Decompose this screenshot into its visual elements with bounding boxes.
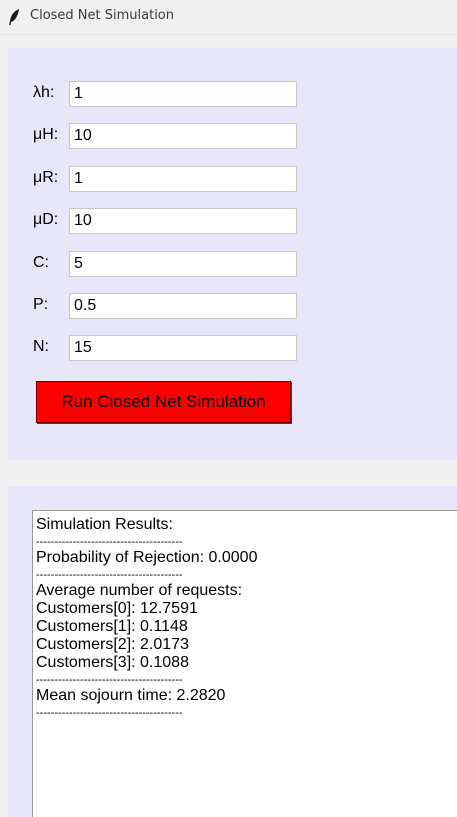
- parameters-panel: λh: μH: μR: μD: C: P: N: Run Closed Net …: [8, 48, 457, 460]
- run-closed-net-simulation-button[interactable]: Run Closed Net Simulation: [36, 381, 291, 423]
- average-requests-heading: Average number of requests:: [36, 582, 243, 599]
- p-input[interactable]: [69, 293, 297, 319]
- customers-2-value: Customers[2]: 2.0173: [36, 636, 189, 653]
- mu-r-input[interactable]: [69, 166, 297, 192]
- feather-icon: [9, 9, 19, 25]
- mean-sojourn-time: Mean sojourn time: 2.2820: [36, 687, 226, 704]
- customers-0-value: Customers[0]: 12.7591: [36, 600, 198, 617]
- rejection-probability: Probability of Rejection: 0.0000: [36, 549, 258, 566]
- lambda-h-input[interactable]: [69, 81, 297, 107]
- n-input[interactable]: [69, 335, 297, 361]
- param-label: μD:: [33, 211, 59, 228]
- customers-3-value: Customers[3]: 0.1088: [36, 654, 189, 671]
- results-separator: ----------------------------------------: [36, 536, 183, 548]
- customers-1-value: Customers[1]: 0.1148: [36, 618, 188, 635]
- results-separator: ----------------------------------------: [36, 707, 183, 719]
- param-label: P:: [33, 296, 49, 313]
- mu-h-input[interactable]: [69, 123, 297, 149]
- window-title: Closed Net Simulation: [30, 8, 174, 23]
- results-separator: ----------------------------------------: [36, 569, 183, 581]
- c-input[interactable]: [69, 251, 297, 277]
- param-label: λh:: [33, 84, 55, 101]
- results-separator: ----------------------------------------: [36, 674, 183, 686]
- title-bar: Closed Net Simulation: [0, 0, 457, 35]
- results-heading: Simulation Results:: [36, 516, 173, 533]
- param-label: N:: [33, 338, 49, 355]
- mu-d-input[interactable]: [69, 208, 297, 234]
- results-text-area[interactable]: Simulation Results: --------------------…: [32, 510, 457, 817]
- results-panel: Simulation Results: --------------------…: [8, 486, 457, 817]
- param-label: μR:: [33, 169, 59, 186]
- app-window: Closed Net Simulation λh: μH: μR: μD: C:…: [0, 0, 457, 817]
- param-label: C:: [33, 254, 49, 271]
- param-label: μH:: [33, 126, 59, 143]
